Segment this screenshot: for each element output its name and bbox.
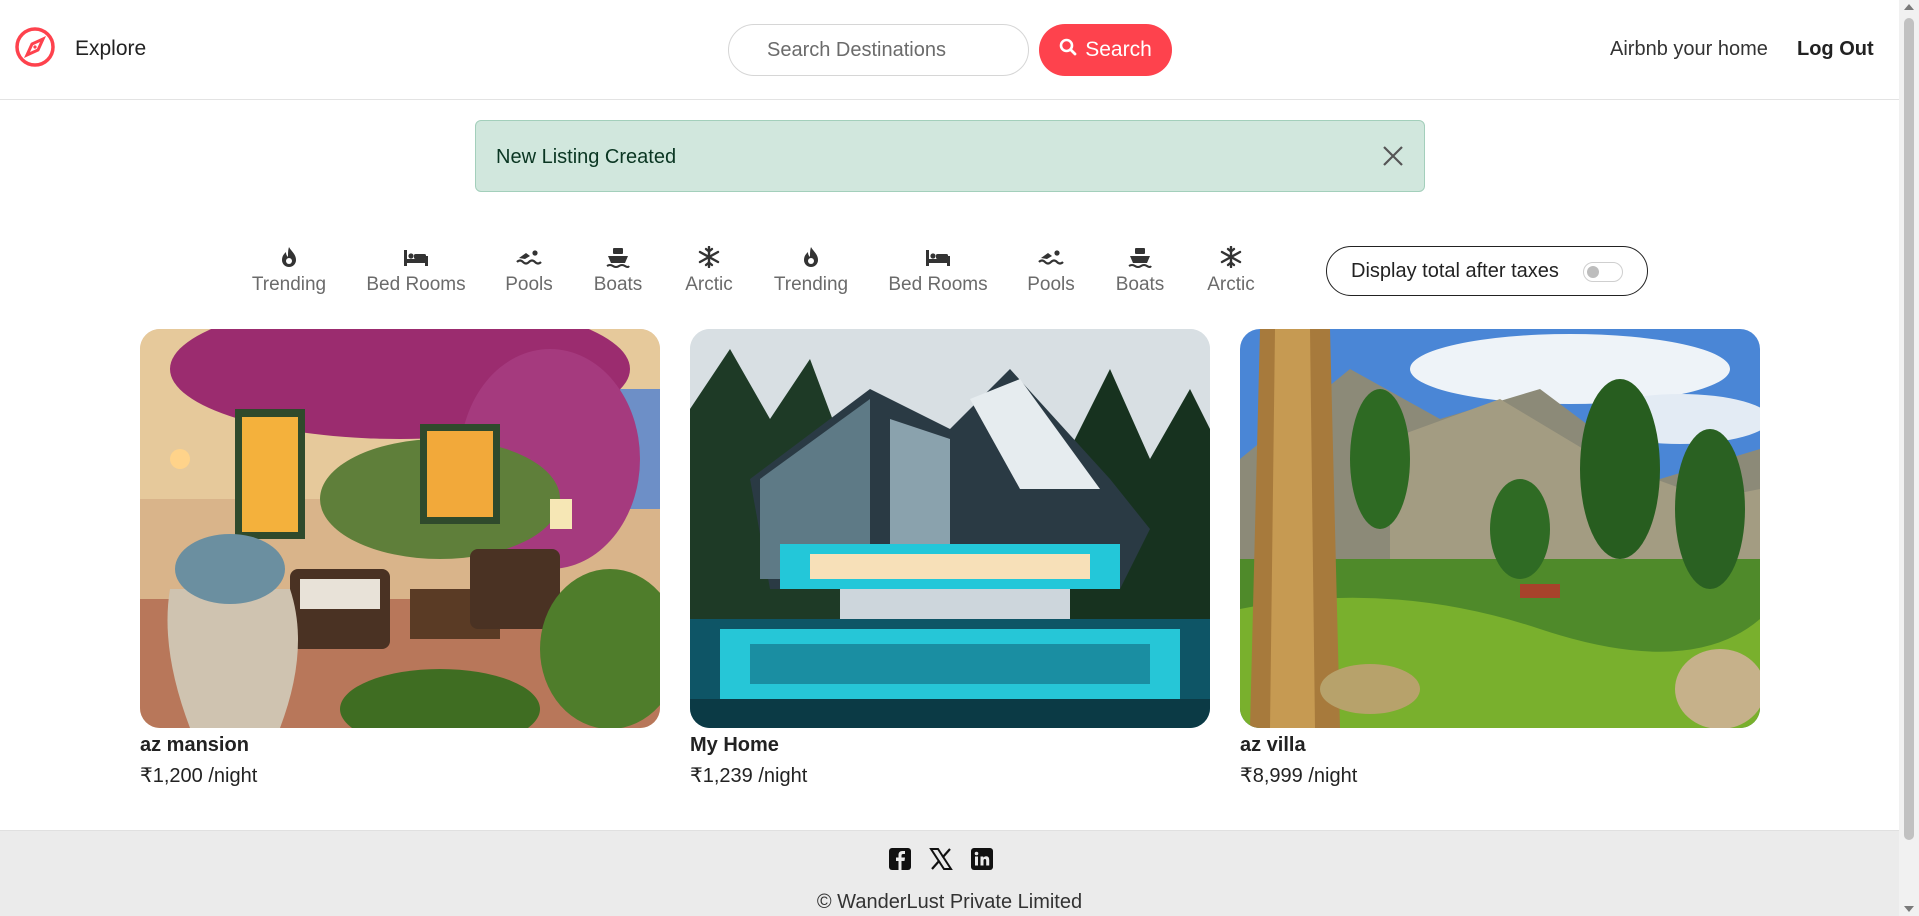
filter-label: Pools <box>505 274 553 295</box>
listing-title: My Home <box>690 734 779 756</box>
filter-bed-rooms[interactable]: Bed Rooms <box>364 246 468 296</box>
x-twitter-icon[interactable] <box>929 847 953 871</box>
switch-knob <box>1587 266 1599 278</box>
bed-icon <box>364 246 468 270</box>
listing-title: az villa <box>1240 734 1306 756</box>
listing-image-mountain-valley[interactable] <box>1240 329 1760 728</box>
listing-image-modern-glass-house[interactable] <box>690 329 1210 728</box>
filter-label: Arctic <box>685 274 733 295</box>
filter-label: Bed Rooms <box>366 274 466 295</box>
filter-pools[interactable]: Pools <box>1025 246 1077 296</box>
listing-price: ₹1,200 /night <box>140 765 258 787</box>
footer: © WanderLust Private Limited <box>0 830 1899 916</box>
alert-message: New Listing Created <box>496 146 677 168</box>
listing-price: ₹1,239 /night <box>690 765 808 787</box>
snowflake-icon <box>683 245 735 270</box>
page-scrollbar[interactable] <box>1899 0 1919 916</box>
compass-icon[interactable] <box>14 26 56 68</box>
filter-label: Arctic <box>1207 274 1255 295</box>
linkedin-icon[interactable] <box>970 847 994 871</box>
tax-toggle-label: Display total after taxes <box>1351 259 1559 282</box>
filter-trending[interactable]: Trending <box>770 246 852 296</box>
filter-label: Bed Rooms <box>888 274 988 295</box>
ship-icon <box>591 246 645 270</box>
listing-card[interactable]: My Home ₹1,239 /night <box>690 329 1210 788</box>
filter-trending[interactable]: Trending <box>248 246 330 296</box>
copyright-text: © WanderLust Private Limited <box>816 891 1083 913</box>
listing-image-flowered-terrace[interactable] <box>140 329 660 728</box>
scrollbar-thumb[interactable] <box>1904 18 1914 840</box>
ship-icon <box>1113 246 1167 270</box>
facebook-icon[interactable] <box>888 847 912 871</box>
filter-boats[interactable]: Boats <box>591 246 645 296</box>
navbar: Explore Search Airbnb your home Log Out <box>0 0 1899 100</box>
search-icon <box>1059 38 1077 62</box>
filter-boats[interactable]: Boats <box>1113 246 1167 296</box>
filter-arctic[interactable]: Arctic <box>683 245 735 296</box>
filter-label: Boats <box>1115 274 1165 295</box>
close-icon[interactable] <box>1380 143 1406 169</box>
bed-icon <box>886 246 990 270</box>
listing-card[interactable]: az mansion ₹1,200 /night <box>140 329 660 788</box>
filter-label: Trending <box>251 274 327 295</box>
search-input[interactable] <box>728 24 1029 76</box>
airbnb-your-home-link[interactable]: Airbnb your home <box>1610 38 1768 61</box>
tax-switch[interactable] <box>1583 262 1623 282</box>
listing-card[interactable]: az villa ₹8,999 /night <box>1240 329 1760 788</box>
swimmer-icon <box>1025 246 1077 270</box>
filter-pools[interactable]: Pools <box>503 246 555 296</box>
filter-label: Pools <box>1027 274 1075 295</box>
listing-title: az mansion <box>140 734 249 756</box>
logout-link[interactable]: Log Out <box>1797 38 1874 61</box>
listing-price: ₹8,999 /night <box>1240 765 1358 787</box>
scroll-down-icon[interactable] <box>1904 906 1914 912</box>
fire-icon <box>248 246 330 270</box>
explore-link[interactable]: Explore <box>75 37 146 61</box>
tax-toggle[interactable]: Display total after taxes <box>1326 246 1648 296</box>
filter-label: Trending <box>773 274 849 295</box>
filter-arctic[interactable]: Arctic <box>1205 245 1257 296</box>
search-button[interactable]: Search <box>1039 24 1172 76</box>
fire-icon <box>770 246 852 270</box>
scroll-up-icon[interactable] <box>1904 4 1914 10</box>
filter-bed-rooms[interactable]: Bed Rooms <box>886 246 990 296</box>
snowflake-icon <box>1205 245 1257 270</box>
social-links <box>888 847 994 871</box>
success-alert: New Listing Created <box>475 120 1425 192</box>
filter-label: Boats <box>593 274 643 295</box>
search-button-label: Search <box>1085 38 1152 61</box>
swimmer-icon <box>503 246 555 270</box>
